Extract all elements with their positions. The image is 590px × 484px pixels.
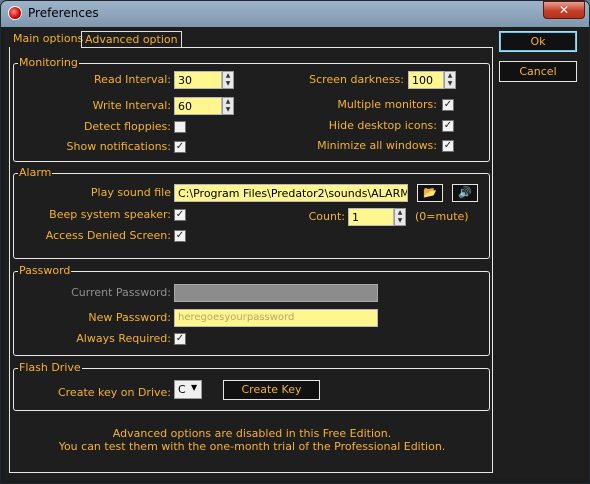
read-interval-label: Read Interval: bbox=[94, 73, 171, 86]
tab-main-options[interactable]: Main options bbox=[10, 31, 87, 48]
flash-drive-group: Flash Drive Create key on Drive: C ▼ Crea… bbox=[13, 361, 490, 411]
access-denied-checkbox[interactable]: ✓ bbox=[174, 230, 186, 242]
app-icon bbox=[8, 6, 22, 20]
always-required-label: Always Required: bbox=[76, 332, 171, 345]
password-legend: Password bbox=[18, 264, 72, 278]
show-notifications-label: Show notifications: bbox=[66, 140, 171, 153]
minimize-all-label: Minimize all windows: bbox=[317, 139, 437, 152]
ok-button[interactable]: Ok bbox=[499, 31, 577, 52]
minimize-all-checkbox[interactable]: ✓ bbox=[442, 140, 454, 152]
count-input[interactable]: 1 bbox=[348, 208, 394, 226]
sound-file-input[interactable]: C:\Program Files\Predator2\sounds\ALARM.… bbox=[174, 184, 408, 202]
screen-darkness-input[interactable]: 100 bbox=[408, 71, 444, 89]
detect-floppies-checkbox[interactable] bbox=[174, 121, 186, 133]
multiple-monitors-checkbox[interactable]: ✓ bbox=[442, 99, 454, 111]
count-label: Count: bbox=[308, 210, 345, 223]
new-password-label: New Password: bbox=[88, 311, 171, 324]
preferences-window: Preferences ✕ Monitoring Read Interval: … bbox=[0, 0, 590, 484]
chevron-down-icon: ▼ bbox=[191, 383, 198, 392]
window-title: Preferences bbox=[28, 6, 99, 20]
write-interval-label: Write Interval: bbox=[92, 99, 171, 112]
current-password-input[interactable] bbox=[174, 284, 378, 302]
multiple-monitors-label: Multiple monitors: bbox=[337, 98, 437, 111]
detect-floppies-label: Detect floppies: bbox=[83, 120, 171, 133]
play-sound-button[interactable]: 🔊 bbox=[452, 184, 478, 202]
new-password-input[interactable]: heregoesyourpassword bbox=[174, 309, 378, 327]
screen-darkness-label: Screen darkness: bbox=[309, 73, 404, 86]
notice-line-1: Advanced options are disabled in this Fr… bbox=[112, 427, 392, 440]
always-required-checkbox[interactable]: ✓ bbox=[174, 333, 186, 345]
folder-icon: 📂 bbox=[423, 186, 437, 199]
close-button[interactable]: ✕ bbox=[543, 1, 585, 19]
drive-select[interactable]: C ▼ bbox=[174, 380, 202, 399]
speaker-icon: 🔊 bbox=[458, 186, 472, 199]
flash-drive-legend: Flash Drive bbox=[18, 361, 82, 375]
screen-darkness-spinner[interactable]: ▲ ▼ bbox=[444, 71, 456, 89]
notice-line-2: You can test them with the one-month tri… bbox=[58, 440, 446, 453]
browse-folder-button[interactable]: 📂 bbox=[417, 184, 443, 202]
read-interval-input[interactable]: 30 bbox=[174, 71, 222, 89]
write-interval-spinner[interactable]: ▲ ▼ bbox=[222, 97, 234, 115]
play-sound-label: Play sound file bbox=[90, 186, 171, 199]
count-hint: (0=mute) bbox=[415, 210, 469, 223]
beep-speaker-checkbox[interactable]: ✓ bbox=[174, 209, 186, 221]
password-group: Password Current Password: New Password:… bbox=[13, 264, 490, 356]
count-spinner[interactable]: ▲ ▼ bbox=[394, 208, 406, 226]
create-key-label: Create key on Drive: bbox=[57, 386, 171, 399]
create-key-button[interactable]: Create Key bbox=[223, 380, 320, 400]
drive-select-value: C bbox=[178, 383, 186, 396]
current-password-label: Current Password: bbox=[71, 286, 171, 299]
beep-speaker-label: Beep system speaker: bbox=[49, 208, 171, 221]
alarm-group: Alarm Play sound file C:\Program Files\P… bbox=[13, 166, 490, 259]
show-notifications-checkbox[interactable]: ✓ bbox=[174, 141, 186, 153]
hide-desktop-icons-checkbox[interactable]: ✓ bbox=[442, 120, 454, 132]
tab-advanced-option[interactable]: Advanced option bbox=[81, 31, 182, 48]
access-denied-label: Access Denied Screen: bbox=[45, 229, 171, 242]
tab-panel: Monitoring Read Interval: 30 ▲ ▼ Write In… bbox=[9, 47, 493, 473]
monitoring-group: Monitoring Read Interval: 30 ▲ ▼ Write In… bbox=[13, 56, 490, 162]
close-icon: ✕ bbox=[558, 3, 570, 17]
title-bar[interactable]: Preferences ✕ bbox=[1, 1, 589, 27]
read-interval-spinner[interactable]: ▲ ▼ bbox=[222, 71, 234, 89]
monitoring-legend: Monitoring bbox=[18, 56, 79, 70]
client-area: Monitoring Read Interval: 30 ▲ ▼ Write In… bbox=[5, 27, 585, 479]
write-interval-input[interactable]: 60 bbox=[174, 97, 222, 115]
hide-desktop-icons-label: Hide desktop icons: bbox=[328, 119, 437, 132]
cancel-button[interactable]: Cancel bbox=[499, 61, 577, 82]
alarm-legend: Alarm bbox=[18, 166, 53, 180]
